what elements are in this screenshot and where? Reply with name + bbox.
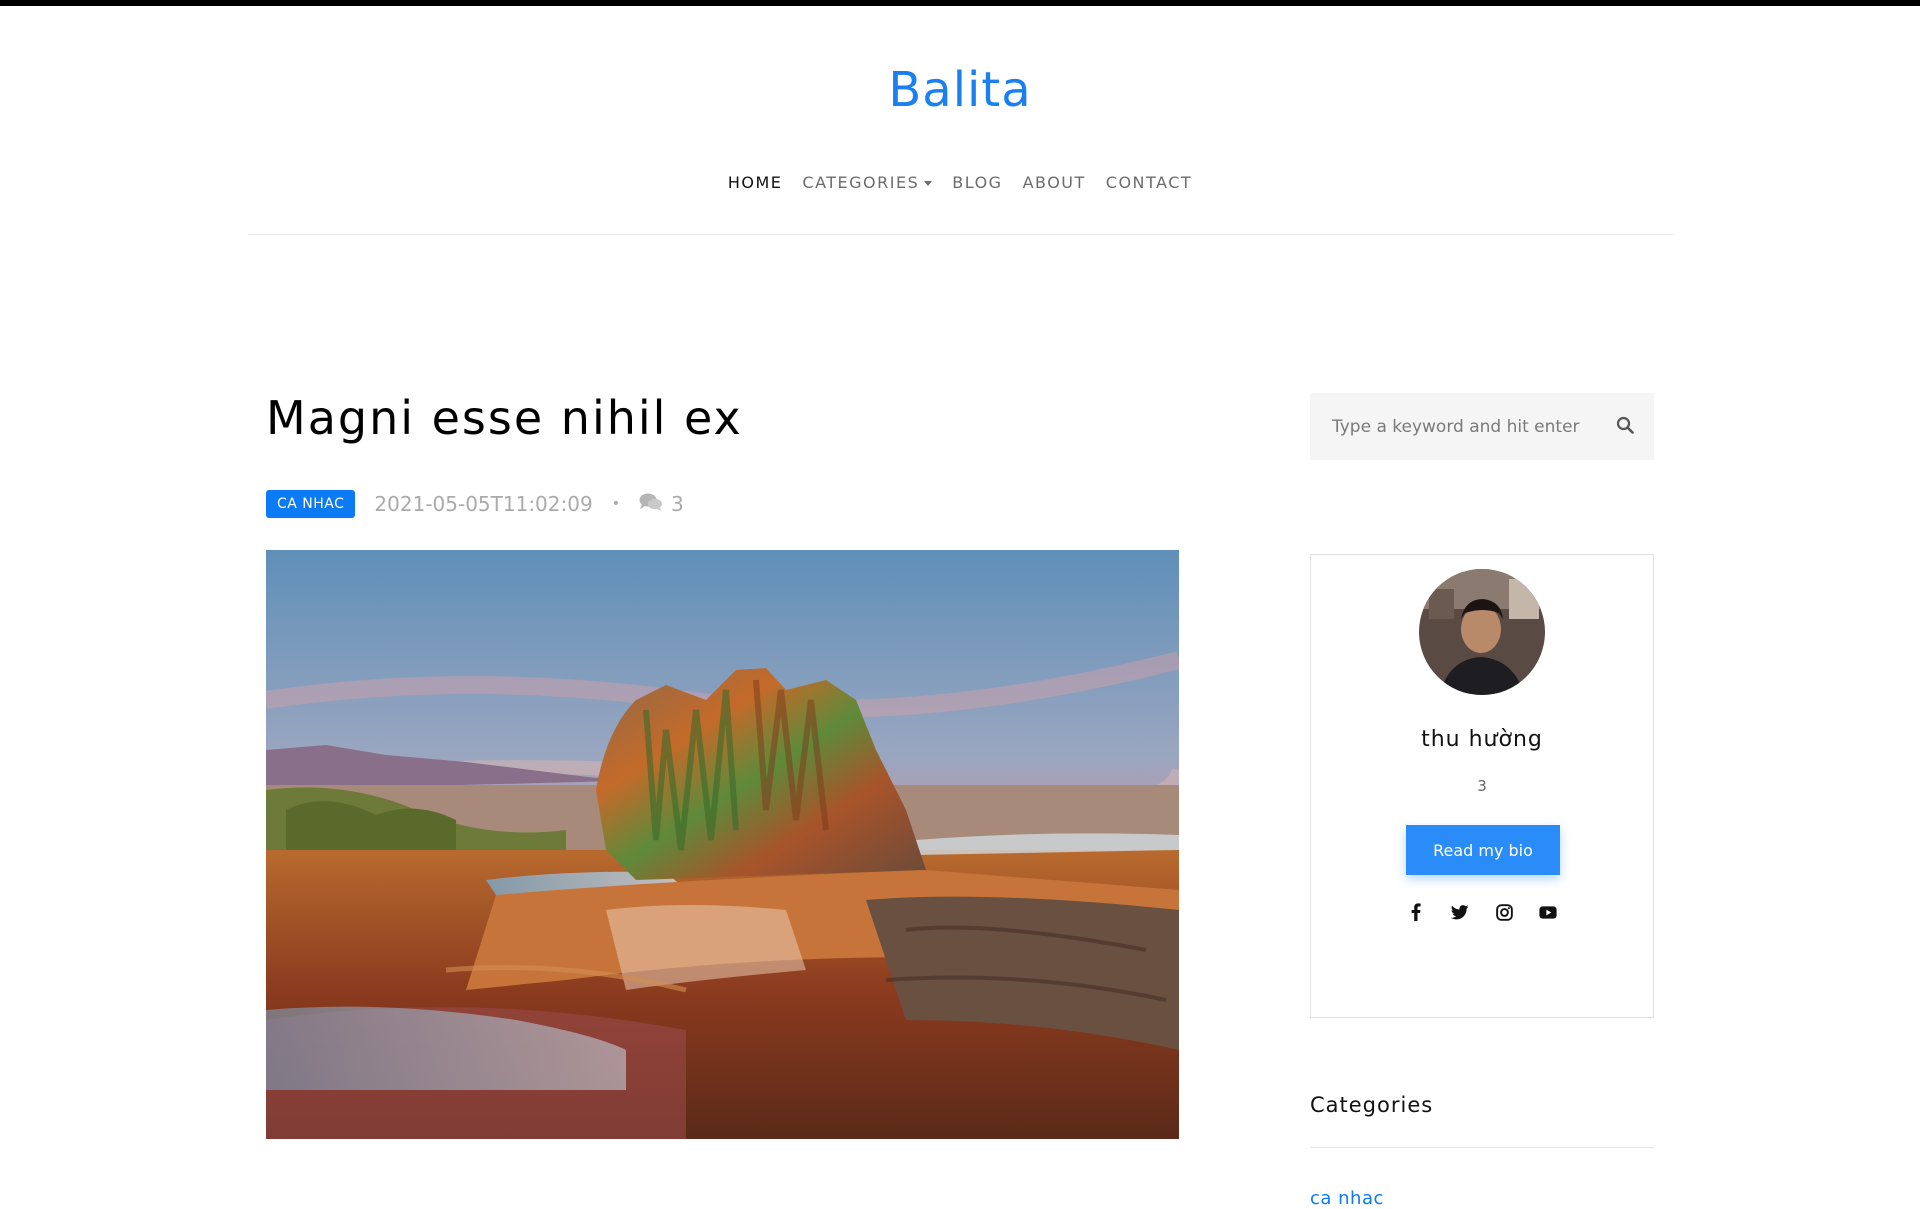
social-links — [1311, 903, 1653, 921]
nav-item-about[interactable]: ABOUT — [1023, 171, 1086, 195]
comment-count-value: 3 — [670, 492, 684, 516]
twitter-icon[interactable] — [1451, 903, 1469, 921]
author-bio-card: thu hường 3 Read my bio — [1310, 554, 1654, 1018]
search-input[interactable] — [1330, 415, 1604, 438]
nav-item-home[interactable]: HOME — [728, 171, 783, 195]
top-border-bar — [0, 0, 1920, 6]
caret-down-icon — [924, 180, 933, 186]
header-divider — [248, 234, 1673, 235]
comment-count: 3 — [639, 492, 684, 517]
search-box — [1310, 393, 1654, 460]
instagram-icon[interactable] — [1495, 903, 1513, 921]
post-date: 2021-05-05T11:02:09 — [374, 492, 593, 516]
youtube-icon[interactable] — [1539, 903, 1557, 921]
site-brand-logo[interactable]: Balita — [0, 60, 1920, 120]
nav-item-blog[interactable]: BLOG — [952, 171, 1002, 195]
search-icon[interactable] — [1616, 416, 1634, 438]
author-post-count: 3 — [1477, 777, 1487, 795]
nav-item-categories-label: CATEGORIES — [802, 173, 920, 192]
post-title: Magni esse nihil ex — [266, 391, 743, 445]
category-badge[interactable]: CA NHAC — [266, 490, 356, 518]
author-name: thu hường — [1421, 727, 1543, 752]
categories-heading: Categories — [1310, 1093, 1434, 1117]
post-meta: CA NHAC 2021-05-05T11:02:09 • 3 — [266, 490, 684, 518]
nav-item-categories[interactable]: CATEGORIES — [802, 171, 933, 195]
read-bio-button[interactable]: Read my bio — [1406, 825, 1560, 875]
main-navigation: HOME CATEGORIES BLOG ABOUT CONTACT — [0, 171, 1920, 195]
avatar — [1419, 569, 1545, 695]
comments-icon — [639, 492, 663, 517]
facebook-icon[interactable] — [1407, 903, 1425, 921]
categories-divider — [1310, 1147, 1654, 1148]
meta-separator: • — [611, 496, 620, 512]
nav-item-contact[interactable]: CONTACT — [1106, 171, 1192, 195]
post-featured-image — [266, 550, 1179, 1139]
